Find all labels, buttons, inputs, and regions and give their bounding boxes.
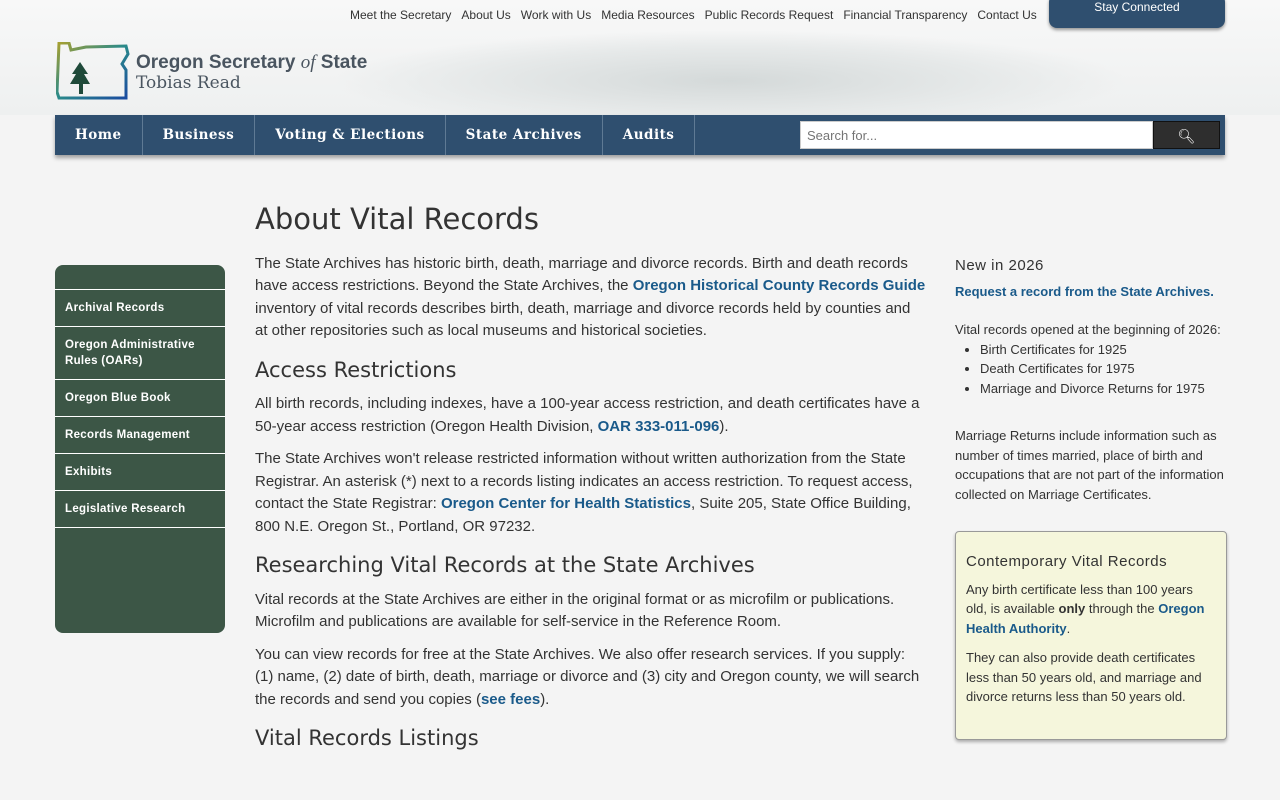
search-bar: 🔍︎ [800, 121, 1220, 149]
listings-heading: Vital Records Listings [255, 726, 479, 750]
sidebar-item-exhibits[interactable]: Exhibits [55, 454, 225, 491]
researching-heading: Researching Vital Records at the State A… [255, 553, 755, 577]
nav-business[interactable]: Business [143, 115, 256, 155]
search-icon: 🔍︎ [1177, 128, 1196, 144]
intro-paragraph: The State Archives has historic birth, d… [255, 254, 926, 340]
util-financial-transparency[interactable]: Financial Transparency [843, 8, 967, 22]
sidebar: Archival Records Oregon Administrative R… [55, 265, 225, 633]
nav-voting-elections[interactable]: Voting & Elections [255, 115, 446, 155]
county-records-guide-link[interactable]: Oregon Historical County Records Guide [633, 277, 926, 294]
util-meet-secretary[interactable]: Meet the Secretary [350, 8, 451, 22]
list-item: Marriage and Divorce Returns for 1975 [980, 379, 1227, 399]
right-sidebar: New in 2026 Request a record from the St… [955, 256, 1227, 740]
services-paragraph: You can view records for free at the Sta… [255, 645, 920, 708]
oregon-tree-logo-icon [55, 41, 130, 100]
formats-paragraph: Vital records at the State Archives are … [255, 590, 895, 631]
nav-home[interactable]: Home [55, 115, 143, 155]
sidebar-header [55, 265, 225, 290]
opened-intro: Vital records opened at the beginning of… [955, 322, 1221, 337]
site-logo[interactable]: Oregon Secretary of State Tobias Read [55, 41, 367, 105]
access-paragraph: All birth records, including indexes, ha… [255, 395, 920, 435]
nav-state-archives[interactable]: State Archives [446, 115, 603, 155]
util-contact-us[interactable]: Contact Us [977, 8, 1036, 22]
sidebar-item-oars[interactable]: Oregon Administrative Rules (OARs) [55, 327, 225, 380]
health-statistics-link[interactable]: Oregon Center for Health Statistics [441, 495, 691, 512]
sidebar-item-blue-book[interactable]: Oregon Blue Book [55, 380, 225, 417]
list-item: Birth Certificates for 1925 [980, 340, 1227, 360]
list-item: Death Certificates for 1975 [980, 359, 1227, 379]
nav-audits[interactable]: Audits [603, 115, 696, 155]
marriage-note: Marriage Returns include information suc… [955, 428, 1224, 502]
access-restrictions-heading: Access Restrictions [255, 357, 457, 382]
logo-subtitle: Tobias Read [136, 73, 241, 93]
util-about-us[interactable]: About Us [461, 8, 510, 22]
request-record-link[interactable]: Request a record from the State Archives… [955, 284, 1214, 299]
util-public-records[interactable]: Public Records Request [705, 8, 834, 22]
util-work-with-us[interactable]: Work with Us [521, 8, 591, 22]
main-content: About Vital Records The State Archives h… [255, 202, 927, 762]
box-paragraph-2: They can also provide death certificates… [966, 650, 1202, 704]
sidebar-item-records-management[interactable]: Records Management [55, 417, 225, 454]
stay-connected-button[interactable]: Stay Connected [1049, 0, 1225, 28]
search-button[interactable]: 🔍︎ [1153, 121, 1220, 149]
new-heading: New in 2026 [955, 257, 1044, 274]
header-mountain-image [330, 30, 1130, 115]
see-fees-link[interactable]: see fees [481, 691, 540, 708]
utility-nav: Meet the Secretary About Us Work with Us… [350, 8, 1037, 22]
registrar-paragraph: The State Archives won't release restric… [255, 450, 913, 535]
contemporary-records-box: Contemporary Vital Records Any birth cer… [955, 531, 1227, 740]
opened-list: Birth Certificates for 1925 Death Certif… [980, 340, 1227, 399]
sidebar-item-legislative-research[interactable]: Legislative Research [55, 491, 225, 528]
page-title: About Vital Records [255, 202, 539, 236]
search-input[interactable] [800, 121, 1153, 149]
util-media-resources[interactable]: Media Resources [601, 8, 694, 22]
box-title: Contemporary Vital Records [966, 553, 1168, 570]
sidebar-item-archival-records[interactable]: Archival Records [55, 290, 225, 327]
oar-link[interactable]: OAR 333-011-096 [598, 418, 720, 435]
box-paragraph-1: Any birth certificate less than 100 year… [966, 581, 1205, 636]
logo-title: Oregon Secretary of State [136, 52, 368, 73]
